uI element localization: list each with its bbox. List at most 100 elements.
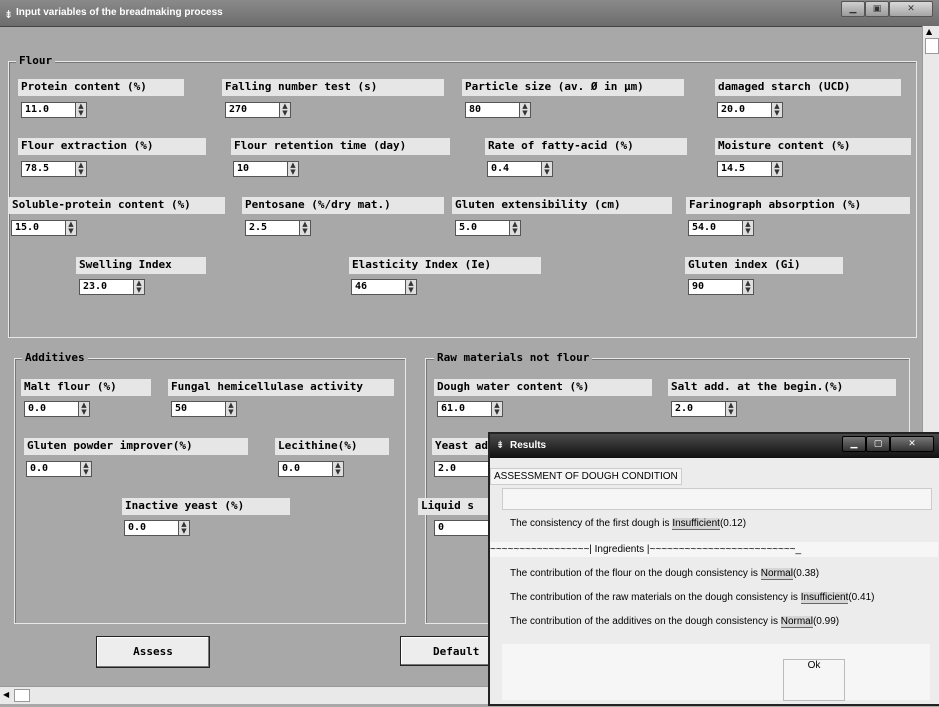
falling-number-label: Falling number test (s) <box>222 79 444 96</box>
spinner-arrows-icon[interactable]: ▲▼ <box>79 401 90 417</box>
farinograph-absorption-value[interactable]: 54.0 <box>688 220 743 236</box>
falling-number-value[interactable]: 270 <box>225 102 280 118</box>
yeast-add-value[interactable]: 2.0 <box>434 461 489 477</box>
fungal-hemicellulase-value[interactable]: 50 <box>171 401 226 417</box>
gluten-extensibility-value[interactable]: 5.0 <box>455 220 510 236</box>
swelling-index-spinner[interactable]: 23.0 ▲ ▼ <box>79 279 145 295</box>
maximize-button[interactable]: ▣ <box>865 1 889 17</box>
spinner-arrows-icon[interactable]: ▲▼ <box>226 401 237 417</box>
soluble-protein-value[interactable]: 15.0 <box>11 220 66 236</box>
salt-add-spinner[interactable]: 2.0 ▲ ▼ <box>671 401 737 417</box>
spinner-arrows-icon[interactable]: ▲▼ <box>772 102 783 118</box>
result-flour-contribution: The contribution of the flour on the dou… <box>510 568 819 580</box>
spinner-arrows-icon[interactable]: ▲▼ <box>743 220 754 236</box>
hscroll-thumb[interactable] <box>14 689 30 702</box>
results-maximize-button[interactable]: ▢ <box>866 436 890 452</box>
pentosane-value[interactable]: 2.5 <box>245 220 300 236</box>
swelling-index-label: Swelling Index <box>76 257 206 274</box>
spinner-arrows-icon[interactable]: ▲▼ <box>726 401 737 417</box>
gluten-powder-spinner[interactable]: 0.0 ▲ ▼ <box>26 461 92 477</box>
spinner-arrows-icon[interactable]: ▲▼ <box>280 102 291 118</box>
protein-content-value[interactable]: 11.0 <box>21 102 76 118</box>
spinner-arrows-icon[interactable]: ▲▼ <box>76 102 87 118</box>
result-first-dough-value: Insufficient <box>672 518 720 530</box>
ok-button[interactable]: Ok <box>783 659 845 701</box>
fatty-acid-value[interactable]: 0.4 <box>487 161 542 177</box>
spinner-arrows-icon[interactable]: ▲▼ <box>76 161 87 177</box>
gluten-extensibility-spinner[interactable]: 5.0 ▲ ▼ <box>455 220 521 236</box>
liquid-sourdough-value[interactable]: 0 <box>434 520 489 536</box>
protein-content-label: Protein content (%) <box>18 79 184 96</box>
app-icon: ⇟ <box>4 8 14 21</box>
spinner-arrows-icon[interactable]: ▲▼ <box>300 220 311 236</box>
protein-content-spinner[interactable]: 11.0 ▲ ▼ <box>21 102 87 118</box>
close-button[interactable]: ✕ <box>889 1 933 17</box>
spinner-arrows-icon[interactable]: ▲▼ <box>134 279 145 295</box>
result-raw-text: The contribution of the raw materials on… <box>510 592 798 603</box>
lecithine-spinner[interactable]: 0.0 ▲ ▼ <box>278 461 344 477</box>
gluten-index-value[interactable]: 90 <box>688 279 743 295</box>
result-first-dough-text: The consistency of the first dough is <box>510 518 670 529</box>
moisture-content-label: Moisture content (%) <box>715 138 911 155</box>
malt-flour-value[interactable]: 0.0 <box>24 401 79 417</box>
flour-extraction-value[interactable]: 78.5 <box>21 161 76 177</box>
scroll-thumb[interactable] <box>925 38 939 54</box>
lecithine-value[interactable]: 0.0 <box>278 461 333 477</box>
results-blank-box <box>502 488 932 510</box>
result-first-dough-score: (0.12) <box>719 518 747 529</box>
moisture-content-value[interactable]: 14.5 <box>717 161 772 177</box>
spinner-arrows-icon[interactable]: ▲▼ <box>492 401 503 417</box>
spinner-arrows-icon[interactable]: ▲▼ <box>510 220 521 236</box>
spinner-arrows-icon[interactable]: ▲▼ <box>288 161 299 177</box>
flour-retention-value[interactable]: 10 <box>233 161 288 177</box>
fatty-acid-spinner[interactable]: 0.4 ▲ ▼ <box>487 161 553 177</box>
scroll-up-icon[interactable]: ▲ <box>926 27 932 36</box>
scroll-left-icon[interactable]: ◀ <box>3 690 9 699</box>
gluten-index-spinner[interactable]: 90 ▲ ▼ <box>688 279 754 295</box>
pentosane-label: Pentosane (%/dry mat.) <box>242 197 444 214</box>
gluten-powder-value[interactable]: 0.0 <box>26 461 81 477</box>
damaged-starch-label: damaged starch (UCD) <box>715 79 901 96</box>
inactive-yeast-value[interactable]: 0.0 <box>124 520 179 536</box>
particle-size-value[interactable]: 80 <box>465 102 520 118</box>
gluten-extensibility-label: Gluten extensibility (cm) <box>452 197 672 214</box>
elasticity-index-value[interactable]: 46 <box>351 279 406 295</box>
moisture-content-spinner[interactable]: 14.5 ▲ ▼ <box>717 161 783 177</box>
soluble-protein-spinner[interactable]: 15.0 ▲ ▼ <box>11 220 77 236</box>
falling-number-spinner[interactable]: 270 ▲ ▼ <box>225 102 291 118</box>
pentosane-spinner[interactable]: 2.5 ▲ ▼ <box>245 220 311 236</box>
spinner-arrows-icon[interactable]: ▲▼ <box>66 220 77 236</box>
flour-retention-label: Flour retention time (day) <box>231 138 450 155</box>
farinograph-absorption-spinner[interactable]: 54.0 ▲ ▼ <box>688 220 754 236</box>
particle-size-spinner[interactable]: 80 ▲ ▼ <box>465 102 531 118</box>
spinner-arrows-icon[interactable]: ▲▼ <box>542 161 553 177</box>
inactive-yeast-label: Inactive yeast (%) <box>122 498 290 515</box>
spinner-arrows-icon[interactable]: ▲▼ <box>179 520 190 536</box>
flour-extraction-spinner[interactable]: 78.5 ▲ ▼ <box>21 161 87 177</box>
window-title: Input variables of the breadmaking proce… <box>16 7 223 18</box>
malt-flour-spinner[interactable]: 0.0 ▲ ▼ <box>24 401 90 417</box>
results-minimize-button[interactable]: ▁ <box>842 436 866 452</box>
elasticity-index-spinner[interactable]: 46 ▲ ▼ <box>351 279 417 295</box>
damaged-starch-spinner[interactable]: 20.0 ▲ ▼ <box>717 102 783 118</box>
inactive-yeast-spinner[interactable]: 0.0 ▲ ▼ <box>124 520 190 536</box>
spinner-arrows-icon[interactable]: ▲▼ <box>406 279 417 295</box>
spinner-arrows-icon[interactable]: ▲▼ <box>772 161 783 177</box>
flour-group-title: Flour <box>16 54 56 67</box>
swelling-index-value[interactable]: 23.0 <box>79 279 134 295</box>
damaged-starch-value[interactable]: 20.0 <box>717 102 772 118</box>
spinner-arrows-icon[interactable]: ▲▼ <box>520 102 531 118</box>
spinner-arrows-icon[interactable]: ▲▼ <box>333 461 344 477</box>
spinner-arrows-icon[interactable]: ▲▼ <box>81 461 92 477</box>
result-additives-text: The contribution of the additives on the… <box>510 616 778 627</box>
assess-button[interactable]: Assess <box>96 636 210 668</box>
dough-water-spinner[interactable]: 61.0 ▲ ▼ <box>437 401 503 417</box>
fungal-hemicellulase-spinner[interactable]: 50 ▲ ▼ <box>171 401 237 417</box>
minimize-button[interactable]: ▁ <box>841 1 865 17</box>
flour-retention-spinner[interactable]: 10 ▲ ▼ <box>233 161 299 177</box>
spinner-arrows-icon[interactable]: ▲▼ <box>743 279 754 295</box>
yeast-add-label: Yeast ad <box>432 438 496 455</box>
results-close-button[interactable]: ✕ <box>890 436 934 452</box>
dough-water-value[interactable]: 61.0 <box>437 401 492 417</box>
salt-add-value[interactable]: 2.0 <box>671 401 726 417</box>
